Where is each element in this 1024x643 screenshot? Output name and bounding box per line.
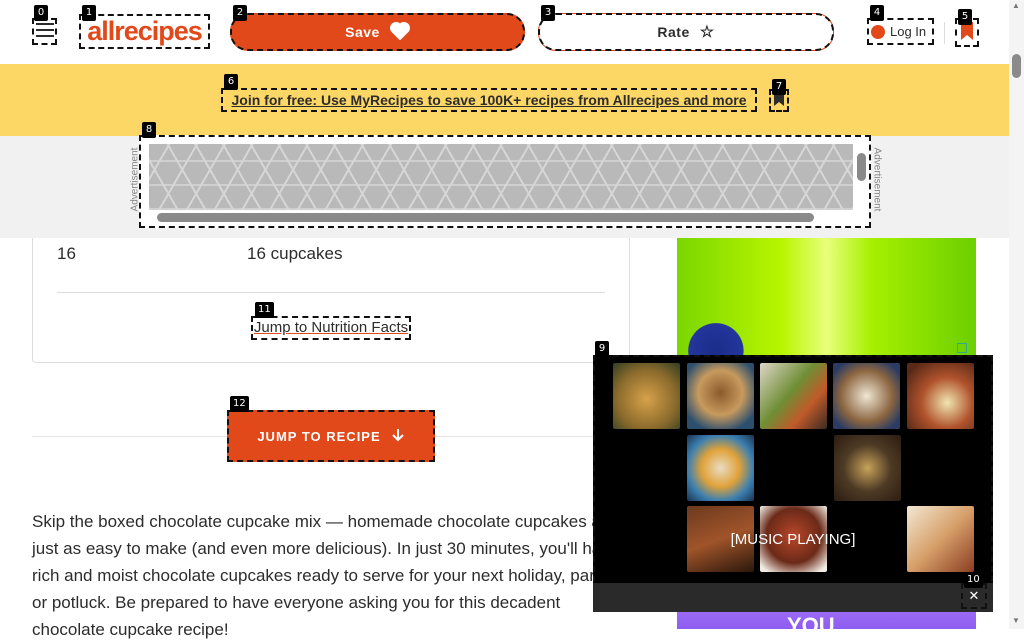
ad-vertical-scrollbar[interactable] [857, 153, 866, 181]
hamburger-menu-icon [35, 23, 55, 41]
star-icon: ☆ [699, 24, 715, 41]
element-tag: 10 [964, 572, 983, 588]
bookmark-heart-icon [959, 22, 975, 44]
logo-text: allrecipes [87, 16, 203, 46]
video-thumbnail-bread-pudding [833, 363, 900, 429]
login-label: Log In [890, 24, 927, 39]
element-tag: 9 [595, 341, 609, 357]
close-icon: ✕ [968, 588, 980, 603]
servings-card: 16 16 cupcakes Jump to Nutrition Facts [32, 238, 630, 363]
element-tag: 12 [230, 396, 249, 412]
user-icon [871, 24, 885, 39]
video-thumbnail-taco-dip [687, 435, 754, 501]
arrow-down-icon [391, 428, 405, 445]
jump-to-recipe-button[interactable]: JUMP TO RECIPE [227, 410, 435, 462]
servings-divider [57, 292, 605, 293]
rate-label: Rate [657, 24, 690, 40]
video-thumbnail-casserole [907, 363, 974, 429]
scrollbar-thumb[interactable] [1012, 54, 1021, 78]
menu-button[interactable] [32, 18, 57, 45]
bookmark-icon [773, 92, 785, 110]
element-tag: 6 [224, 74, 238, 90]
ad-horizontal-scrollbar[interactable] [157, 213, 814, 222]
video-thumbnail-bean-salad [834, 435, 901, 501]
element-tag: 1 [82, 5, 96, 21]
jump-to-nutrition-link[interactable]: Jump to Nutrition Facts [251, 316, 411, 340]
ad-label-right: Advertisement [871, 147, 883, 212]
ad-placeholder-pattern [149, 144, 853, 210]
ad-choices-icon[interactable] [957, 343, 967, 353]
article-intro-paragraph: Skip the boxed chocolate cupcake mix — h… [32, 512, 620, 639]
signup-banner-link[interactable]: Join for free: Use MyRecipes to save 100… [221, 88, 757, 112]
video-thumbnail-bread-bowl [687, 363, 754, 429]
header-separator [944, 22, 945, 44]
element-tag: 2 [233, 5, 247, 21]
scroll-up-arrow[interactable]: ▲ [1012, 2, 1020, 10]
video-thumbnail-quiche [613, 363, 680, 429]
element-tag: 7 [772, 79, 786, 95]
video-controls-bar [593, 583, 993, 612]
video-thumbnail-asparagus [760, 363, 827, 429]
servings-right-value: 16 cupcakes [247, 244, 343, 263]
element-tag: 5 [958, 9, 972, 25]
login-button[interactable]: Log In [867, 18, 934, 45]
jump-to-recipe-label: JUMP TO RECIPE [257, 428, 381, 444]
rate-recipe-button[interactable]: Rate ☆ [538, 13, 834, 51]
page-scrollbar[interactable] [1009, 0, 1024, 629]
floating-video-player[interactable]: [MUSIC PLAYING] ✕ [593, 355, 993, 612]
ad-bottom-text: YOU [787, 613, 835, 638]
element-tag: 3 [541, 5, 555, 21]
servings-left-value: 16 [57, 244, 76, 263]
element-tag: 11 [255, 302, 274, 318]
element-tag: 8 [142, 122, 156, 138]
element-tag: 4 [870, 5, 884, 21]
scroll-down-arrow[interactable]: ▼ [1012, 617, 1020, 625]
save-label: Save [345, 24, 380, 40]
element-tag: 0 [34, 5, 48, 21]
save-recipe-button[interactable]: Save [230, 13, 525, 51]
allrecipes-logo[interactable]: allrecipes [79, 14, 210, 49]
heart-icon [389, 21, 410, 43]
video-caption: [MUSIC PLAYING] [730, 531, 856, 548]
top-ad-frame[interactable] [139, 135, 871, 228]
